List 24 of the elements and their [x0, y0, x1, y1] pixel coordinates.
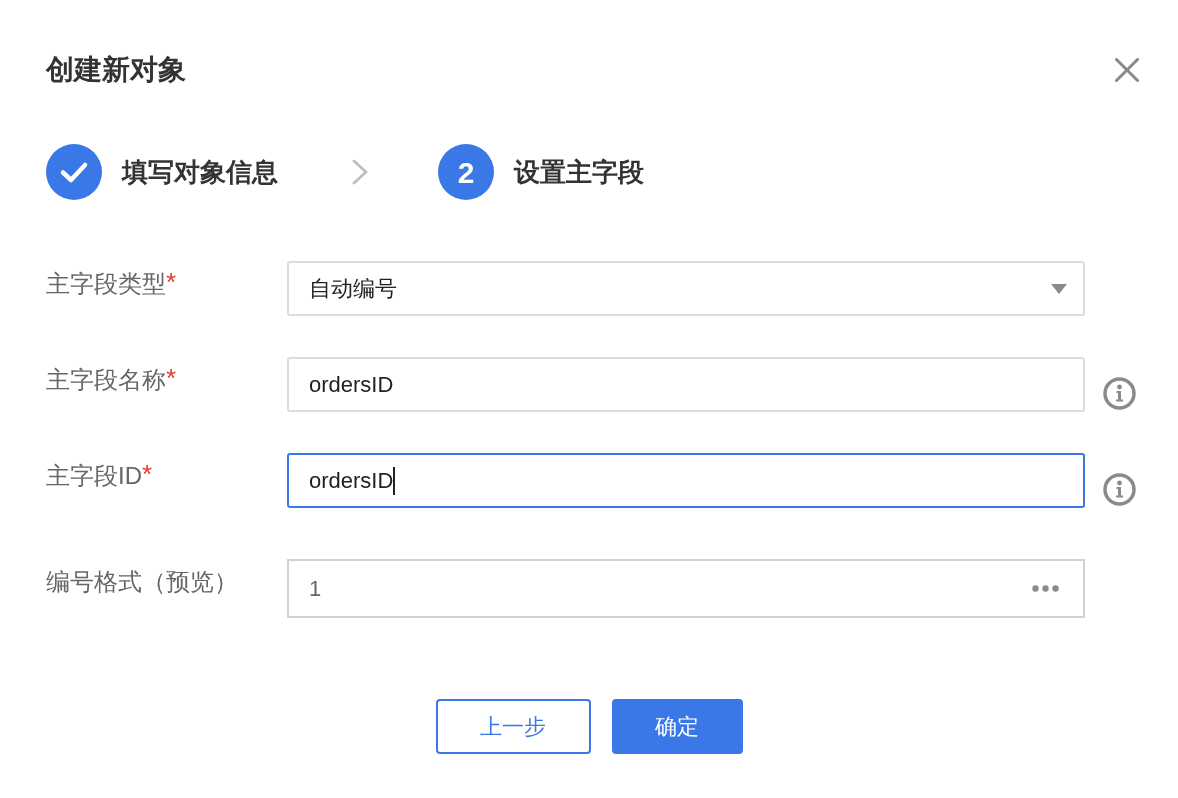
confirm-button[interactable]: 确定 — [611, 699, 743, 754]
caret-down-icon — [1051, 283, 1067, 294]
dialog-title: 创建新对象 — [46, 53, 186, 87]
required-mark: * — [166, 363, 177, 393]
info-icon[interactable] — [1103, 473, 1136, 506]
text-input[interactable]: ordersID — [287, 357, 1085, 412]
dropdown-field[interactable]: 自动编号 — [287, 261, 1085, 316]
required-mark: * — [142, 459, 153, 489]
info-icon[interactable] — [1103, 377, 1136, 410]
field-label: 主字段名称 — [46, 365, 166, 395]
field-label: 编号格式（预览） — [46, 567, 238, 597]
text-cursor-icon — [393, 466, 396, 495]
ellipsis-icon[interactable] — [1032, 585, 1059, 592]
step-number: 2 — [438, 144, 494, 200]
field-label: 主字段类型 — [46, 269, 166, 299]
format-field[interactable]: 1 — [287, 559, 1085, 618]
step-label: 填写对象信息 — [122, 156, 278, 189]
step-label: 设置主字段 — [514, 156, 644, 189]
text-input[interactable]: ordersID — [287, 453, 1085, 508]
back-button[interactable]: 上一步 — [435, 699, 591, 754]
field-label: 主字段ID — [46, 461, 142, 491]
chevron-right-icon — [352, 159, 368, 185]
required-mark: * — [166, 267, 177, 297]
close-icon[interactable] — [1115, 58, 1139, 82]
